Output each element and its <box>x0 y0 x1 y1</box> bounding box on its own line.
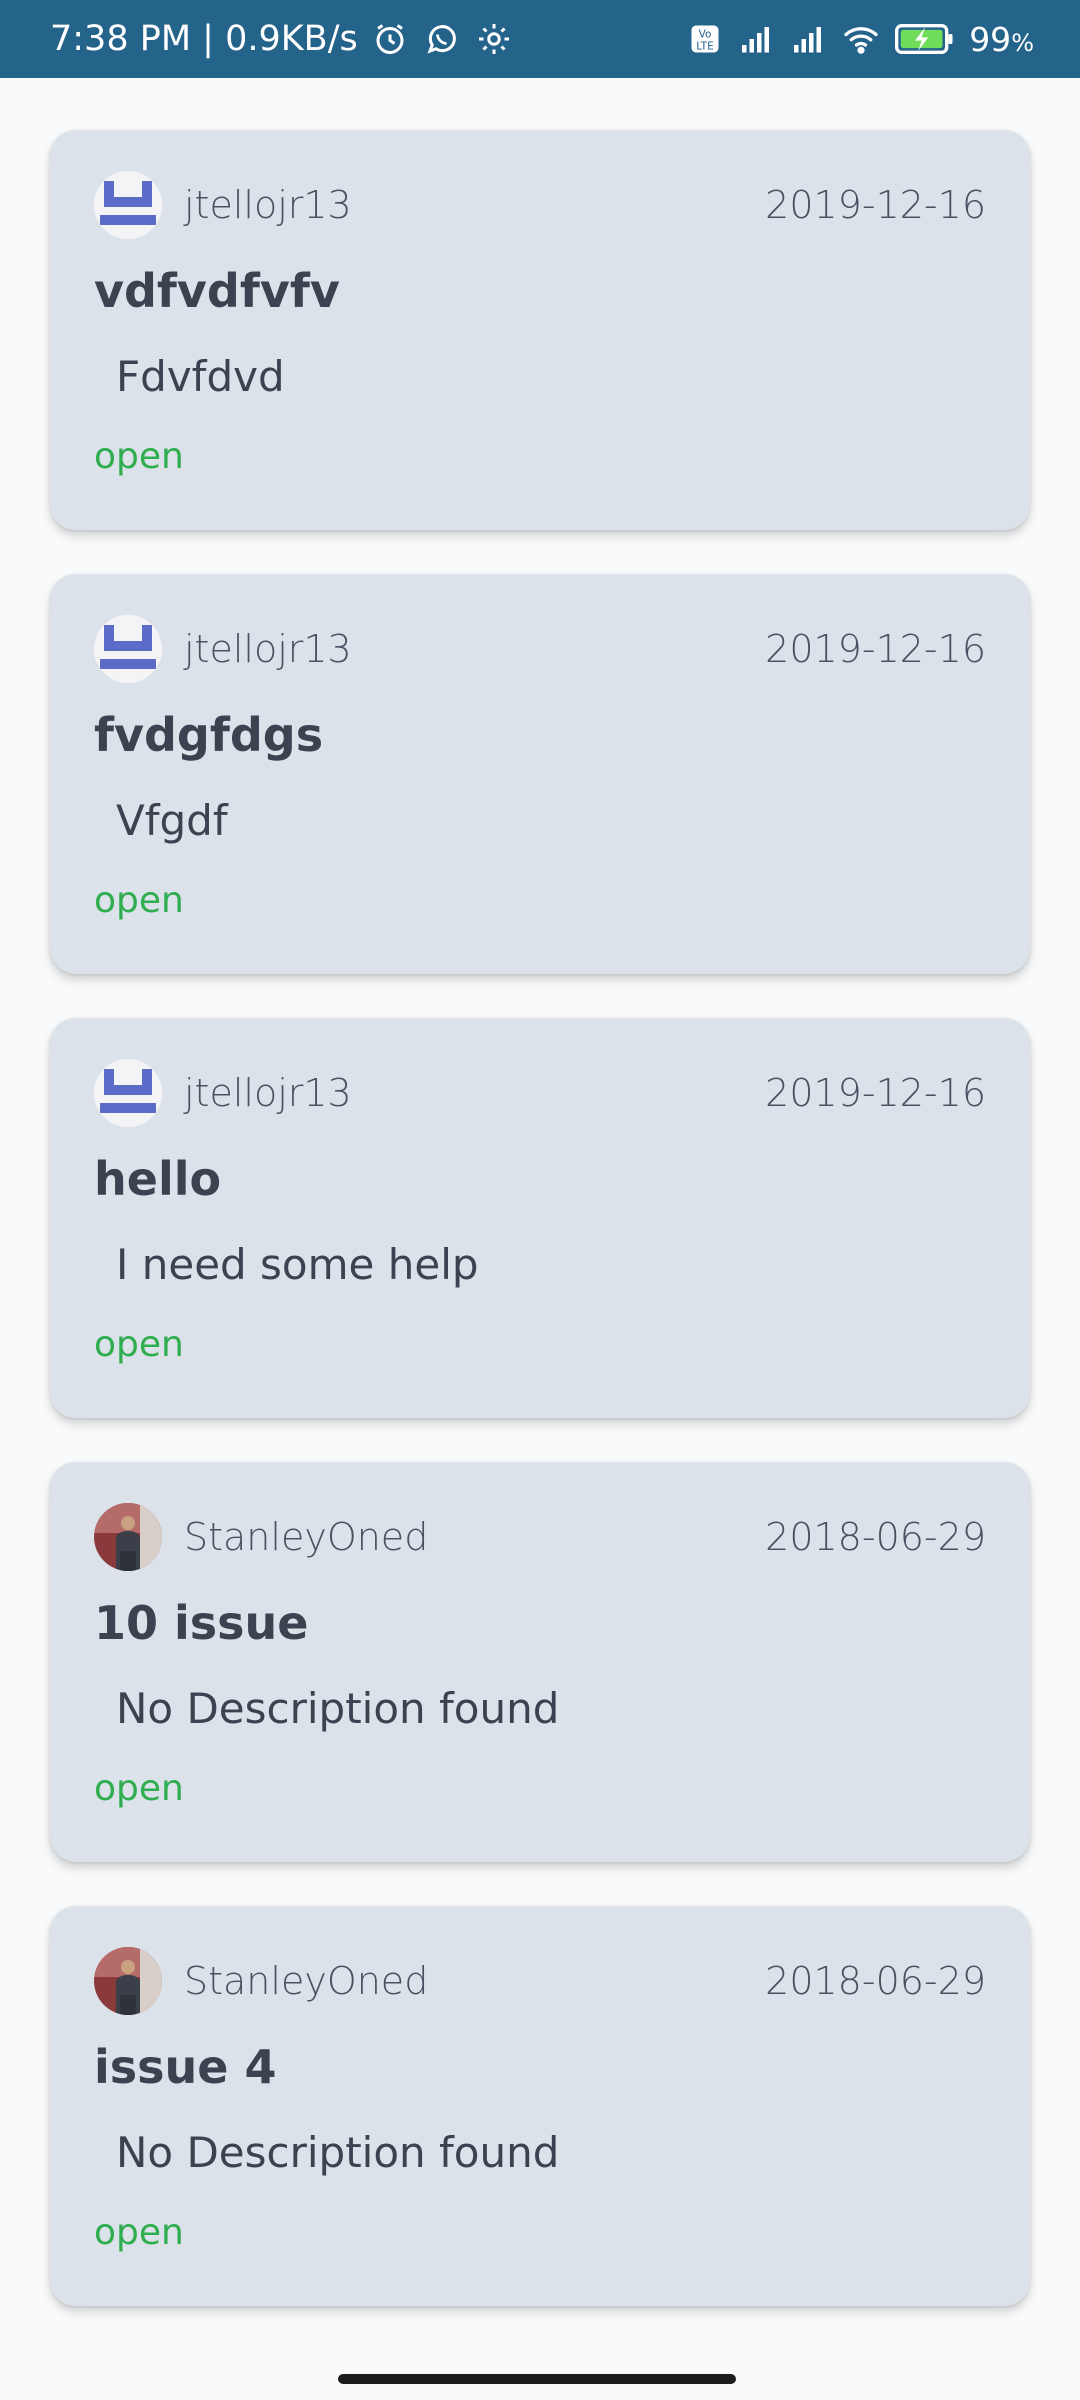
issue-card-header: jtellojr13 2019-12-16 <box>94 1058 986 1128</box>
author-name: jtellojr13 <box>184 627 352 671</box>
status-bar: 7:38 PM | 0.9KB/s Vo LTE 99% <box>0 0 1080 78</box>
issue-description: No Description found <box>116 1684 560 1733</box>
issue-description: Vfgdf <box>116 796 228 845</box>
issue-date: 2019-12-16 <box>765 627 986 671</box>
alarm-icon <box>370 19 410 59</box>
issue-author: StanleyOned <box>94 1503 428 1571</box>
issue-title: fvdgfdgs <box>94 708 324 762</box>
issue-status-badge: open <box>94 2212 184 2253</box>
issue-date: 2018-06-29 <box>765 1515 986 1559</box>
user-avatar-photo <box>94 1947 162 2015</box>
wifi-icon <box>841 19 881 59</box>
user-avatar-photo <box>94 1503 162 1571</box>
issue-status-badge: open <box>94 880 184 921</box>
user-avatar-identicon <box>94 171 162 239</box>
author-name: jtellojr13 <box>184 183 352 227</box>
issue-card-header: jtellojr13 2019-12-16 <box>94 614 986 684</box>
author-name: StanleyOned <box>184 1959 429 2003</box>
navigation-bar <box>0 2324 1080 2400</box>
issue-status-badge: open <box>94 1768 184 1809</box>
issue-card-header: StanleyOned 2018-06-29 <box>94 1946 986 2016</box>
issue-date: 2019-12-16 <box>765 183 986 227</box>
issue-title: vdfvdfvfv <box>94 264 340 318</box>
issue-card[interactable]: StanleyOned 2018-06-29 issue 4 No Descri… <box>50 1906 1030 2306</box>
issue-card-header: jtellojr13 2019-12-16 <box>94 170 986 240</box>
home-gesture-handle[interactable] <box>338 2374 736 2384</box>
signal-icon <box>737 19 777 59</box>
issue-author: jtellojr13 <box>94 171 352 239</box>
issue-description: Fdvfdvd <box>116 352 285 401</box>
user-avatar-identicon <box>94 615 162 683</box>
svg-text:Vo: Vo <box>699 29 712 41</box>
issue-author: jtellojr13 <box>94 615 352 683</box>
issue-status-badge: open <box>94 436 184 477</box>
signal-icon <box>789 19 829 59</box>
user-avatar-identicon <box>94 1059 162 1127</box>
issue-date: 2019-12-16 <box>765 1071 986 1115</box>
issue-description: I need some help <box>116 1240 479 1289</box>
issue-title: 10 issue <box>94 1596 309 1650</box>
volte-icon: Vo LTE <box>685 19 725 59</box>
author-name: StanleyOned <box>184 1515 429 1559</box>
battery-charging-icon <box>893 19 957 59</box>
issue-card[interactable]: jtellojr13 2019-12-16 vdfvdfvfv Fdvfdvd … <box>50 130 1030 530</box>
issue-card[interactable]: StanleyOned 2018-06-29 10 issue No Descr… <box>50 1462 1030 1862</box>
issue-date: 2018-06-29 <box>765 1959 986 2003</box>
issue-author: StanleyOned <box>94 1947 428 2015</box>
issue-list[interactable]: jtellojr13 2019-12-16 vdfvdfvfv Fdvfdvd … <box>0 78 1080 2324</box>
battery-percent: 99 <box>969 19 1012 59</box>
status-left: 7:38 PM | 0.9KB/s <box>50 19 514 59</box>
issue-card[interactable]: jtellojr13 2019-12-16 hello I need some … <box>50 1018 1030 1418</box>
issue-card-header: StanleyOned 2018-06-29 <box>94 1502 986 1572</box>
author-name: jtellojr13 <box>184 1071 352 1115</box>
issue-title: hello <box>94 1152 222 1206</box>
issue-status-badge: open <box>94 1324 184 1365</box>
whatsapp-icon <box>422 19 462 59</box>
issue-title: issue 4 <box>94 2040 277 2094</box>
issue-card[interactable]: jtellojr13 2019-12-16 fvdgfdgs Vfgdf ope… <box>50 574 1030 974</box>
status-right: Vo LTE 99% <box>685 19 1034 59</box>
issue-description: No Description found <box>116 2128 560 2177</box>
status-time: 7:38 PM | 0.9KB/s <box>50 19 358 59</box>
svg-text:LTE: LTE <box>696 41 713 53</box>
issue-author: jtellojr13 <box>94 1059 352 1127</box>
settings-icon <box>474 19 514 59</box>
battery-percent-unit: % <box>1011 28 1034 57</box>
